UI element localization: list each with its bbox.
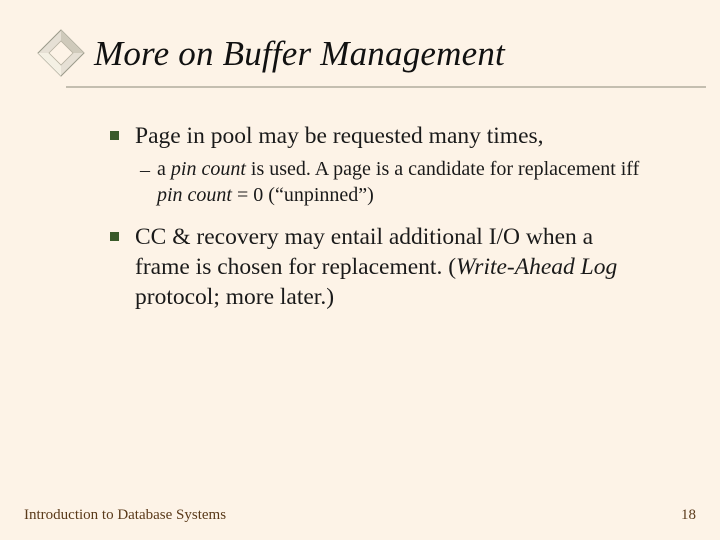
t: protocol; more later.) (135, 284, 334, 310)
slide-title: More on Buffer Management (94, 34, 505, 74)
sub-bullet-1-text: a pin count is used. A page is a candida… (157, 157, 650, 208)
sub-bullet-1: – a pin count is used. A page is a candi… (140, 157, 650, 208)
bullet-2: CC & recovery may entail additional I/O … (110, 222, 650, 312)
footer: Introduction to Database Systems 18 (24, 507, 696, 524)
title-row: More on Buffer Management (36, 30, 680, 78)
square-bullet-icon (110, 232, 119, 241)
pin-count-em2: pin count (157, 184, 232, 206)
t: = 0 (“unpinned”) (232, 184, 374, 206)
square-bullet-icon (110, 131, 119, 140)
wal-em: Write-Ahead Log (456, 254, 617, 280)
slide: More on Buffer Management Page in pool m… (0, 0, 720, 540)
page-number: 18 (681, 507, 696, 524)
bullet-1-text: Page in pool may be requested many times… (135, 121, 544, 151)
t: is used. A page is a candidate for repla… (246, 158, 639, 180)
t: a (157, 158, 171, 180)
footer-left: Introduction to Database Systems (24, 507, 226, 524)
dash-bullet-icon: – (140, 157, 150, 208)
bullet-2-text: CC & recovery may entail additional I/O … (135, 222, 650, 312)
title-underline (66, 86, 706, 88)
pin-count-em: pin count (171, 158, 246, 180)
diamond-icon (36, 28, 86, 78)
content-area: Page in pool may be requested many times… (110, 121, 650, 313)
bullet-1: Page in pool may be requested many times… (110, 121, 650, 151)
